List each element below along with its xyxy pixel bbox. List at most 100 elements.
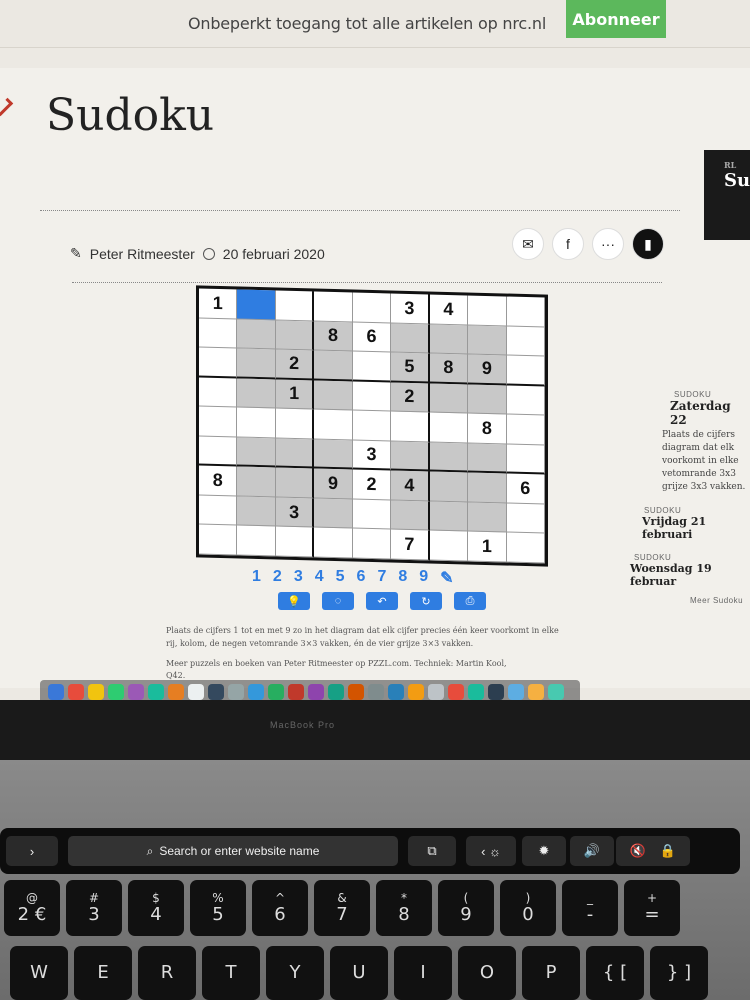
dock-app-icon[interactable]	[468, 684, 484, 700]
digit-button[interactable]: 2	[273, 568, 282, 588]
sudoku-cell[interactable]: 2	[275, 349, 315, 381]
sudoku-cell[interactable]: 6	[506, 473, 545, 505]
sudoku-cell[interactable]	[237, 378, 276, 409]
digit-button[interactable]: 5	[336, 568, 345, 588]
dock-app-icon[interactable]	[288, 684, 304, 700]
sudoku-cell[interactable]	[275, 408, 315, 440]
subscribe-button[interactable]: Abonneer	[566, 0, 666, 38]
dock-app-icon[interactable]	[528, 684, 544, 700]
dock-app-icon[interactable]	[408, 684, 424, 700]
sudoku-cell[interactable]	[314, 409, 353, 441]
sudoku-cell[interactable]	[275, 438, 315, 469]
sudoku-cell[interactable]: 8	[314, 321, 353, 352]
sudoku-cell[interactable]	[391, 323, 430, 354]
sudoku-cell[interactable]	[429, 442, 469, 473]
dock-app-icon[interactable]	[208, 684, 224, 700]
restart-icon[interactable]: ↻	[410, 592, 442, 610]
sudoku-cell[interactable]: 1	[275, 379, 315, 410]
sudoku-cell[interactable]	[352, 499, 392, 530]
sudoku-cell[interactable]: 3	[391, 293, 430, 325]
sudoku-cell[interactable]	[391, 500, 430, 531]
sudoku-cell[interactable]	[352, 381, 392, 412]
dock-app-icon[interactable]	[88, 684, 104, 700]
sudoku-cell[interactable]	[506, 532, 545, 564]
digit-button[interactable]: 6	[357, 568, 366, 588]
sudoku-cell[interactable]	[429, 324, 469, 355]
sudoku-cell[interactable]: 4	[429, 294, 469, 326]
sudoku-cell[interactable]	[468, 384, 507, 415]
keyboard-key[interactable]: R	[138, 946, 196, 1000]
brightness-down-icon[interactable]: ‹ ☼	[466, 836, 516, 866]
undo-icon[interactable]: ↶	[366, 592, 398, 610]
sudoku-cell[interactable]: 8	[199, 465, 238, 497]
author-name[interactable]: Peter Ritmeester	[90, 246, 195, 262]
lock-icon[interactable]: 🔒	[646, 836, 690, 866]
sudoku-cell[interactable]	[199, 406, 238, 438]
sudoku-cell[interactable]	[237, 525, 276, 557]
keyboard-key[interactable]: { [	[586, 946, 644, 1000]
sudoku-cell[interactable]	[429, 383, 469, 414]
digit-button[interactable]: 7	[377, 568, 386, 588]
hide-errors-icon[interactable]: ◌	[322, 592, 354, 610]
bookmark-button[interactable]: ▮	[632, 228, 664, 260]
dock-app-icon[interactable]	[228, 684, 244, 700]
sudoku-cell[interactable]	[237, 407, 276, 439]
sudoku-cell[interactable]: 3	[352, 440, 392, 471]
print-icon[interactable]: ⎙	[454, 592, 486, 610]
sudoku-cell[interactable]	[429, 501, 469, 532]
keyboard-key[interactable]: _ -	[562, 880, 618, 936]
sudoku-grid[interactable]: 134862589128389246371	[196, 285, 548, 567]
sudoku-cell[interactable]: 1	[468, 531, 507, 563]
sudoku-cell[interactable]	[352, 528, 392, 560]
rail-promo-card[interactable]: RL Su	[704, 150, 750, 240]
keyboard-key[interactable]: #3	[66, 880, 122, 936]
keyboard-key[interactable]: E	[74, 946, 132, 1000]
keyboard-key[interactable]: (9	[438, 880, 494, 936]
sudoku-cell[interactable]	[506, 503, 545, 534]
digit-button[interactable]: 3	[294, 568, 303, 588]
related-item[interactable]: SUDOKU Vrijdag 21 februari	[618, 506, 750, 541]
keyboard-key[interactable]: ) 0	[500, 880, 556, 936]
keyboard-key[interactable]: * 8	[376, 880, 432, 936]
touchbar-search[interactable]: ⌕ Search or enter website name	[68, 836, 398, 866]
sudoku-cell[interactable]	[314, 291, 353, 323]
mail-share-button[interactable]: ✉	[512, 228, 544, 260]
sudoku-cell[interactable]: 6	[352, 322, 392, 353]
sudoku-cell[interactable]	[468, 502, 507, 533]
sudoku-cell[interactable]	[314, 350, 353, 382]
sudoku-cell[interactable]	[237, 289, 276, 321]
sudoku-cell[interactable]	[468, 295, 507, 327]
keyboard-key[interactable]: P	[522, 946, 580, 1000]
sudoku-cell[interactable]	[391, 411, 430, 443]
related-item[interactable]: SUDOKU Zaterdag 22 Plaats de cijfers dia…	[618, 390, 750, 494]
sudoku-cell[interactable]: 8	[429, 353, 469, 385]
dock-app-icon[interactable]	[68, 684, 84, 700]
sudoku-cell[interactable]: 2	[352, 469, 392, 501]
dock-app-icon[interactable]	[348, 684, 364, 700]
sudoku-cell[interactable]	[506, 414, 545, 446]
sudoku-cell[interactable]: 5	[391, 352, 430, 384]
digit-button[interactable]: 8	[398, 568, 407, 588]
dock-app-icon[interactable]	[168, 684, 184, 700]
dock-app-icon[interactable]	[308, 684, 324, 700]
keyboard-key[interactable]: ^ 6	[252, 880, 308, 936]
sudoku-cell[interactable]	[506, 385, 545, 416]
sudoku-cell[interactable]	[468, 443, 507, 474]
dock-app-icon[interactable]	[428, 684, 444, 700]
sudoku-cell[interactable]	[237, 496, 276, 527]
sudoku-cell[interactable]: 7	[391, 529, 430, 561]
digit-button[interactable]: 1	[252, 568, 261, 588]
dock-app-icon[interactable]	[268, 684, 284, 700]
sudoku-cell[interactable]	[506, 355, 545, 387]
keyboard-key[interactable]: W	[10, 946, 68, 1000]
sudoku-cell[interactable]: 9	[468, 354, 507, 386]
sudoku-cell[interactable]	[275, 467, 315, 499]
sudoku-cell[interactable]	[237, 319, 276, 350]
sudoku-cell[interactable]	[199, 318, 238, 349]
dock-app-icon[interactable]	[548, 684, 564, 700]
related-item[interactable]: SUDOKU Woensdag 19 februar	[618, 553, 750, 588]
dock-app-icon[interactable]	[108, 684, 124, 700]
sudoku-cell[interactable]: 8	[468, 413, 507, 445]
sudoku-cell[interactable]	[468, 325, 507, 356]
keyboard-key[interactable]: } ]	[650, 946, 708, 1000]
